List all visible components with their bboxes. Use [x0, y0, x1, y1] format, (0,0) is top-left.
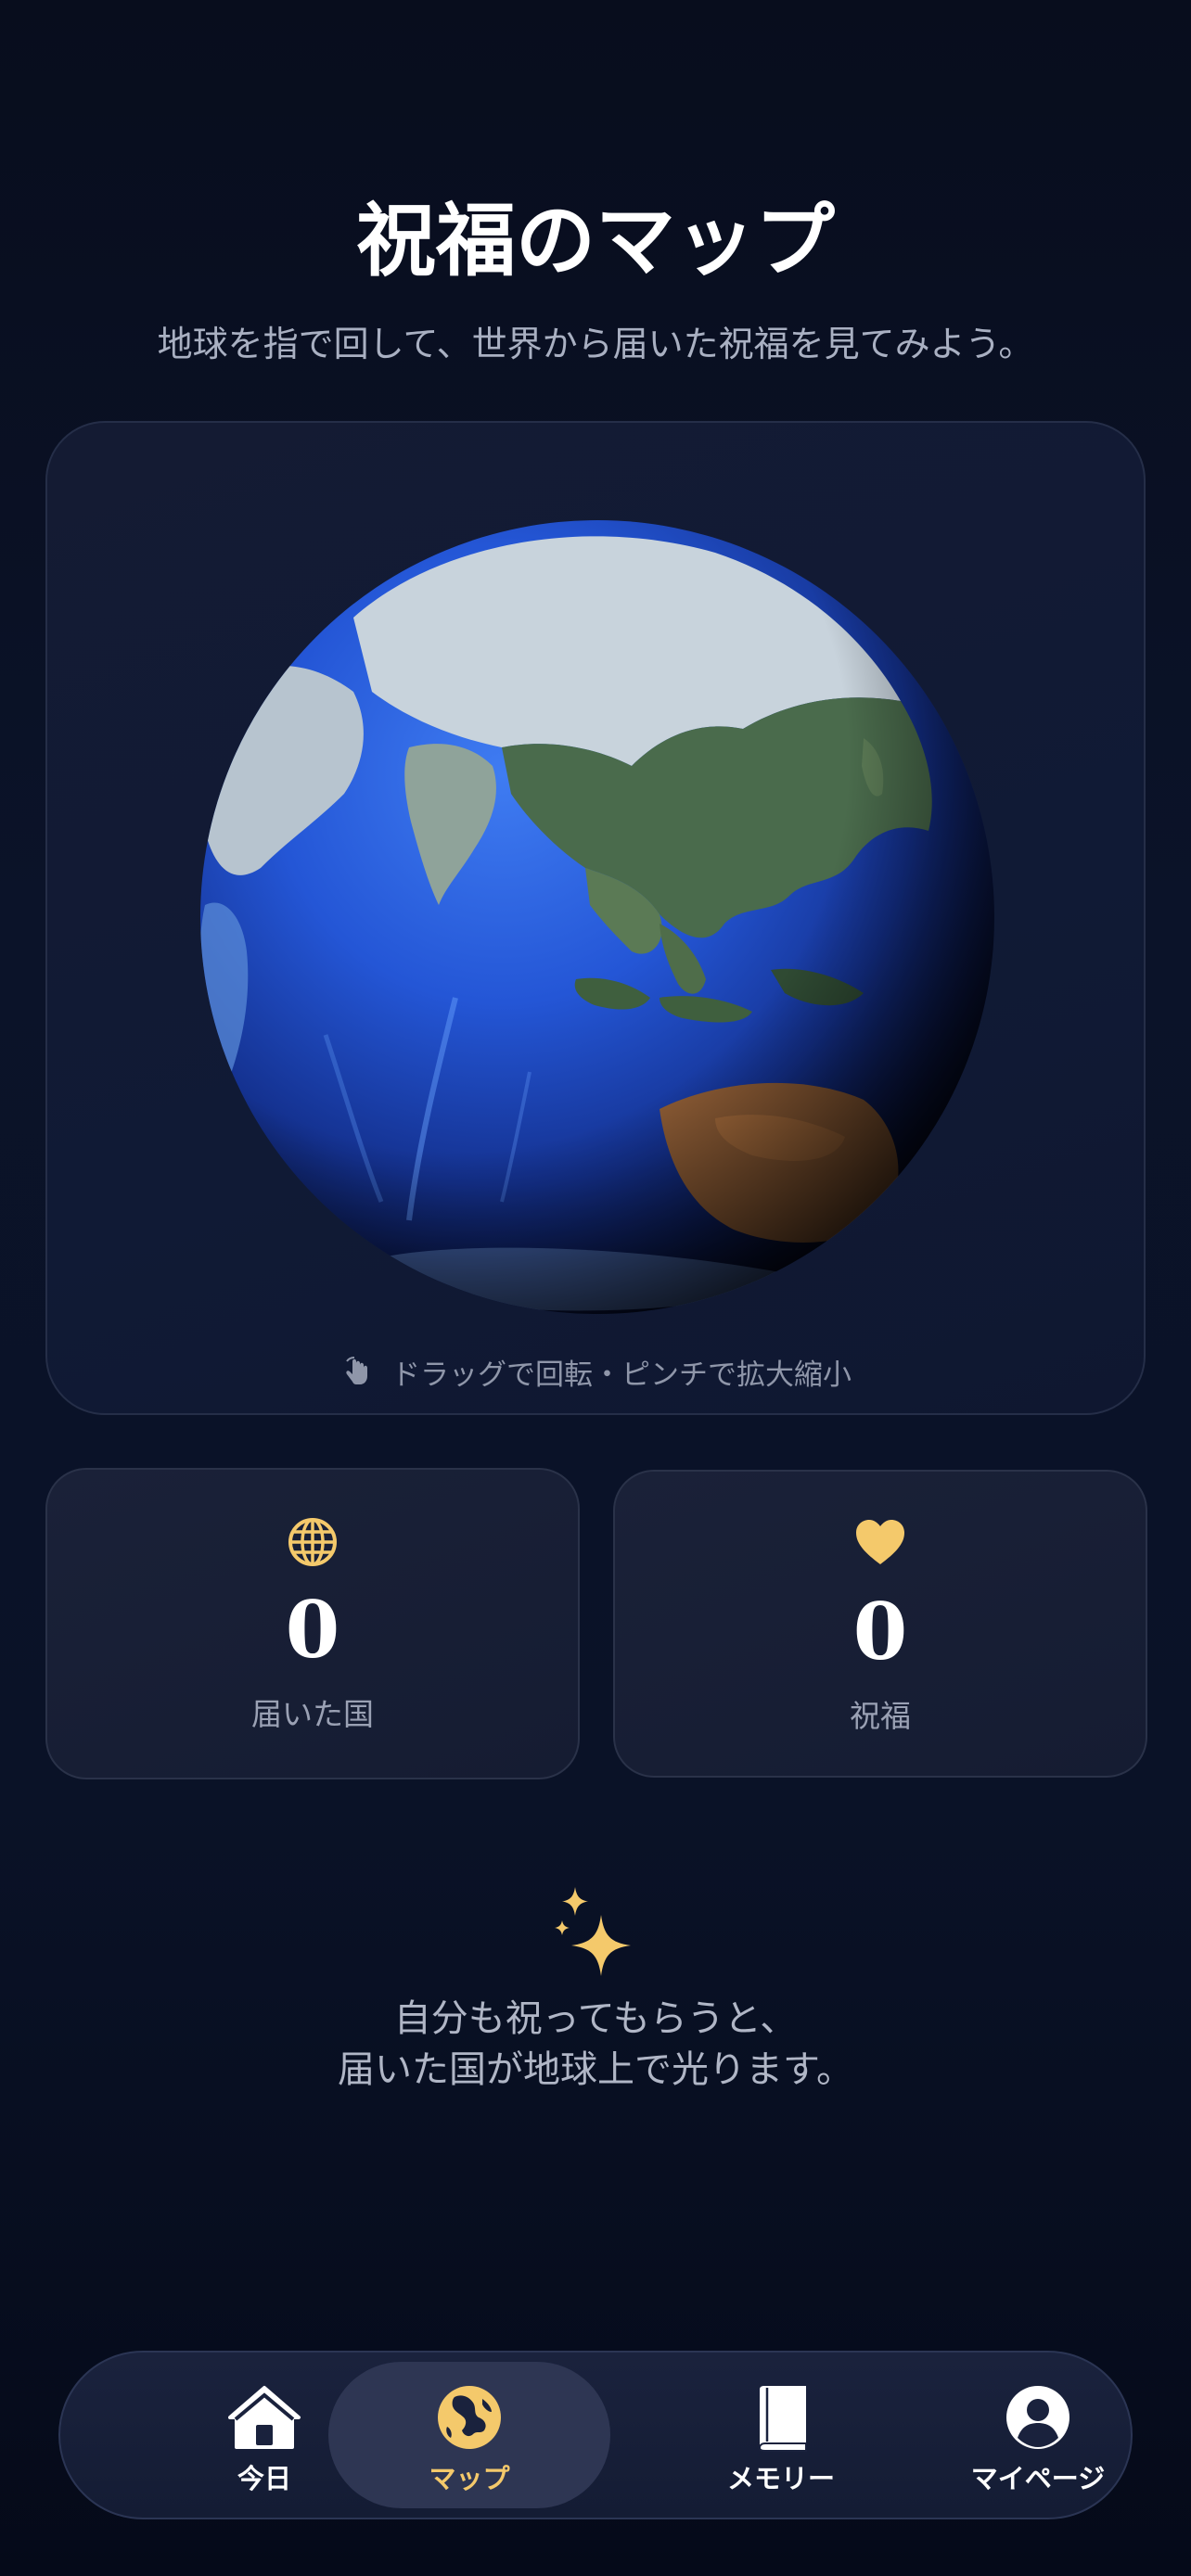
globe-hint-text: ドラッグで回転・ピンチで拡大縮小: [391, 1358, 852, 1392]
countries-label: 届いた国: [251, 1696, 374, 1732]
tab-mypage-label: マイページ: [970, 2463, 1106, 2494]
tab-memory-label: メモリー: [726, 2463, 835, 2494]
blessings-stat-card: 0 祝福: [613, 1470, 1147, 1778]
globe-card[interactable]: ドラッグで回転・ピンチで拡大縮小: [45, 421, 1146, 1415]
blessings-label: 祝福: [850, 1698, 911, 1734]
book-icon: [640, 2384, 922, 2455]
globe-hint: ドラッグで回転・ピンチで拡大縮小: [47, 1348, 1144, 1395]
page-title: 祝福のマップ: [356, 194, 835, 287]
tab-map[interactable]: マップ: [328, 2362, 610, 2508]
tab-map-label: マップ: [429, 2463, 510, 2494]
countries-stat-card: 0 届いた国: [45, 1468, 580, 1779]
heart-icon: [615, 1518, 1146, 1574]
countries-count: 0: [285, 1584, 340, 1676]
info-message: 自分も祝ってもらうと、 届いた国が地球上で光ります。: [0, 1994, 1191, 2096]
person-icon: [897, 2384, 1179, 2455]
info-line-2: 届いた国が地球上で光ります。: [338, 2048, 853, 2091]
info-line-1: 自分も祝ってもらうと、: [393, 1997, 798, 2040]
tab-bar: 今日 マップ メモリー マイページ: [58, 2351, 1133, 2519]
hand-drag-icon: [339, 1354, 375, 1389]
tab-mypage[interactable]: マイページ: [897, 2362, 1179, 2508]
page-subtitle: 地球を指で回して、世界から届いた祝福を見てみよう。: [157, 324, 1034, 364]
map-globe-icon: [328, 2384, 610, 2455]
sparkles-icon: [555, 1887, 631, 1976]
earth-globe[interactable]: [196, 516, 999, 1319]
blessings-count: 0: [852, 1586, 908, 1677]
globe-icon: [47, 1516, 578, 1572]
tab-memory[interactable]: メモリー: [640, 2362, 922, 2508]
